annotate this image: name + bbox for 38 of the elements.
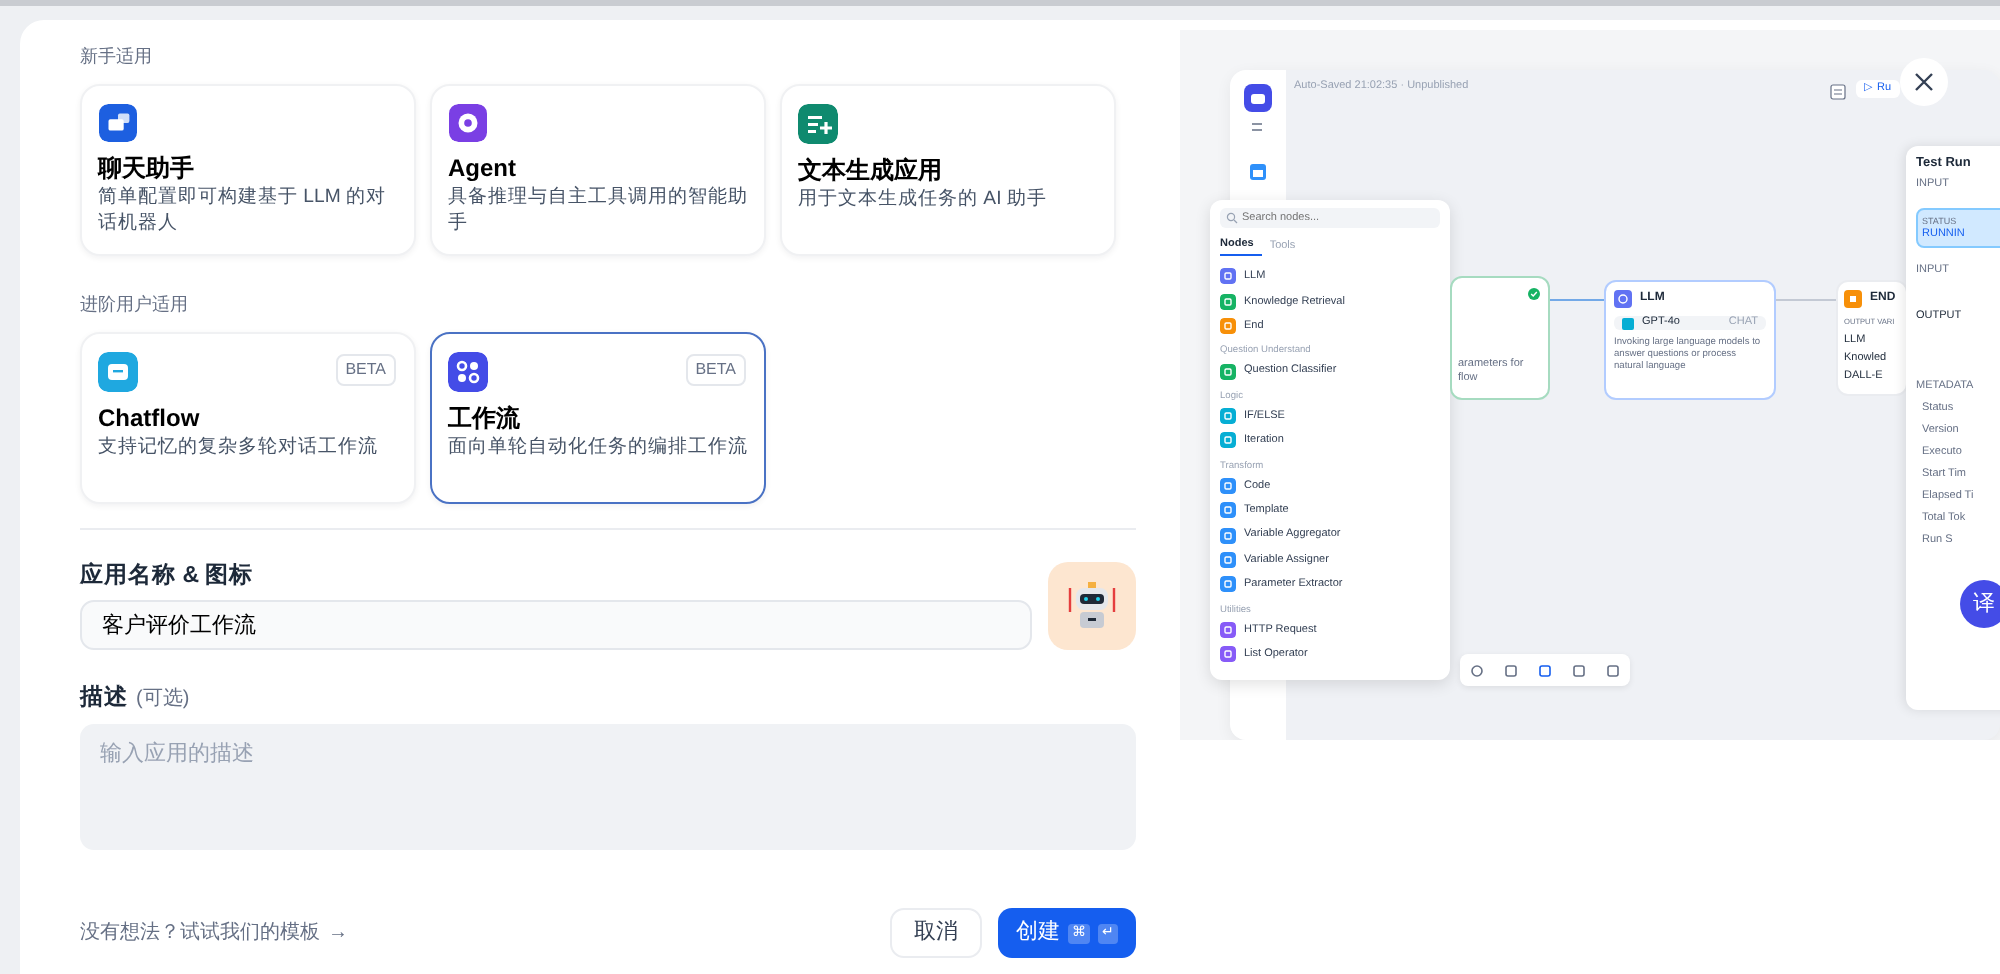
app-icon-picker[interactable] — [1048, 562, 1136, 650]
optional-hint: (可选) — [136, 688, 190, 710]
connector-line — [1776, 298, 1836, 302]
search-icon — [1226, 212, 1238, 224]
llm-icon — [1614, 290, 1632, 308]
close-icon — [1914, 72, 1934, 92]
check-icon — [1528, 288, 1540, 300]
card-description: 用于文本生成任务的 AI 助手 — [798, 186, 1047, 212]
field-label: 应用名称 & 图标 — [80, 562, 256, 590]
card-title: Agent — [448, 154, 516, 184]
field-label: 描述 — [80, 686, 128, 710]
beta-badge: BETA — [335, 354, 396, 386]
app-type-card[interactable]: BETA 工作流 面向单轮自动化任务的编排工作流 — [430, 332, 766, 504]
app-name-field[interactable]: 客户评价工作流 — [80, 600, 1032, 650]
section-label: 新手适用 — [80, 44, 154, 68]
template-link[interactable]: 没有想法？试试我们的模板 → — [80, 918, 348, 948]
connector-line — [1550, 298, 1606, 302]
close-button[interactable] — [1900, 58, 1948, 106]
card-title: 聊天助手 — [98, 154, 194, 184]
section-label: 进阶用户适用 — [80, 292, 190, 316]
card-title: Chatflow — [98, 404, 200, 434]
card-description: 具备推理与自主工具调用的智能助手 — [448, 184, 748, 236]
card-description: 面向单轮自动化任务的编排工作流 — [448, 434, 748, 460]
app-type-card[interactable]: 聊天助手 简单配置即可构建基于 LLM 的对话机器人 — [80, 84, 416, 256]
window-icon — [1250, 164, 1266, 180]
beta-badge: BETA — [685, 354, 746, 386]
end-icon — [1844, 290, 1862, 308]
card-title: 工作流 — [448, 404, 520, 434]
card-title: 文本生成应用 — [798, 156, 942, 186]
card-description: 支持记忆的复杂多轮对话工作流 — [98, 434, 378, 460]
cancel-button[interactable]: 取消 — [890, 908, 982, 958]
card-description: 简单配置即可构建基于 LLM 的对话机器人 — [98, 184, 388, 236]
model-icon — [1622, 317, 1634, 329]
translate-button[interactable]: 译 — [1960, 580, 2000, 628]
app-type-card[interactable]: Agent 具备推理与自主工具调用的智能助手 — [430, 84, 766, 256]
description-field[interactable]: 输入应用的描述 — [80, 724, 1136, 850]
app-type-card[interactable]: BETA Chatflow 支持记忆的复杂多轮对话工作流 — [80, 332, 416, 504]
app-type-card[interactable]: 文本生成应用 用于文本生成任务的 AI 助手 — [780, 84, 1116, 256]
